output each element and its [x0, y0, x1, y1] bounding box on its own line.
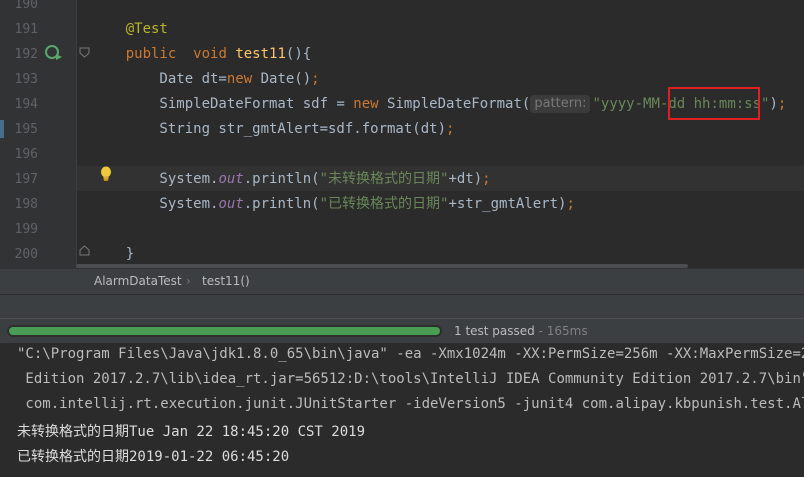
code-token: SimpleDateFormat sdf =: [92, 96, 354, 112]
code-editor[interactable]: 190 191 @Test 192 public void test11(){193…: [0, 0, 804, 268]
code-line[interactable]: 199: [0, 217, 804, 242]
console-output[interactable]: "C:\Program Files\Java\jdk1.8.0_65\bin\j…: [0, 346, 804, 477]
console-line: Edition 2017.2.7\lib\idea_rt.jar=56512:D…: [17, 371, 804, 387]
code-token: String str_gmtAlert=sdf.format(dt): [92, 121, 447, 137]
code-line[interactable]: 190: [0, 0, 804, 17]
console-line: 未转换格式的日期Tue Jan 22 18:45:20 CST 2019: [17, 424, 366, 440]
test-duration: - 165ms: [534, 324, 588, 338]
panel-header: [0, 294, 804, 318]
code-token: out: [218, 171, 244, 187]
code-line[interactable]: 197 System.out.println("未转换格式的日期"+dt);: [0, 167, 804, 192]
code-text: System.out.println("已转换格式的日期"+str_gmtAle…: [92, 192, 575, 217]
line-number: 194: [14, 97, 38, 112]
code-token: ): [769, 96, 778, 112]
breadcrumb: AlarmDataTest › test11(): [0, 268, 804, 294]
code-token: "未转换格式的日期": [319, 171, 449, 187]
code-line[interactable]: 191 @Test: [0, 17, 804, 42]
code-token: +dt): [448, 171, 483, 187]
code-token: ;: [566, 196, 575, 212]
lightbulb-icon[interactable]: [99, 166, 113, 182]
code-line[interactable]: 195 String str_gmtAlert=sdf.format(dt);: [0, 117, 804, 142]
code-text: System.out.println("未转换格式的日期"+dt);: [92, 167, 491, 192]
line-number: 195: [14, 122, 38, 137]
parameter-hint: pattern:: [530, 95, 591, 113]
run-panel: 1 test passed - 165ms "C:\Program Files\…: [0, 294, 804, 477]
highlight-box: [668, 87, 760, 120]
code-token: ;: [446, 121, 455, 137]
code-token: Date dt=: [92, 71, 227, 87]
line-number: 191: [14, 22, 38, 37]
code-token: +str_gmtAlert): [448, 196, 567, 212]
breadcrumb-separator: ›: [186, 274, 191, 288]
code-text: String str_gmtAlert=sdf.format(dt);: [92, 117, 454, 142]
breadcrumb-method[interactable]: test11(): [202, 274, 250, 288]
code-text: public void test11(){: [92, 42, 311, 67]
code-token: "已转换格式的日期": [319, 196, 449, 212]
fold-end-icon[interactable]: [79, 245, 90, 256]
code-token: .println(: [243, 171, 320, 187]
code-token: ;: [311, 71, 320, 87]
code-token: out: [218, 196, 244, 212]
code-token: new: [353, 96, 379, 112]
test-status-text: 1 test passed - 165ms: [454, 324, 588, 338]
line-number: 197: [14, 172, 38, 187]
fold-icon[interactable]: [79, 47, 90, 58]
test-result: 1 test passed: [454, 324, 535, 338]
code-token: SimpleDateFormat(: [378, 96, 531, 112]
code-line[interactable]: 192 public void test11(){: [0, 42, 804, 67]
code-token: System.: [92, 196, 219, 212]
code-token: }: [92, 246, 135, 262]
code-line[interactable]: 196: [0, 142, 804, 167]
code-token: (){: [285, 46, 312, 62]
line-number: 193: [14, 72, 38, 87]
code-token: Date(): [252, 71, 312, 87]
test-progress-fill: [9, 327, 440, 335]
code-text: @Test: [92, 17, 168, 42]
line-number: 200: [14, 247, 38, 262]
breadcrumb-class[interactable]: AlarmDataTest: [94, 274, 182, 288]
line-number: 198: [14, 197, 38, 212]
code-line[interactable]: 198 System.out.println("已转换格式的日期"+str_gm…: [0, 192, 804, 217]
code-token: ;: [482, 171, 491, 187]
console-line: com.intellij.rt.execution.junit.JUnitSta…: [17, 396, 804, 412]
line-number: 190: [14, 0, 38, 12]
code-token: ;: [777, 96, 787, 112]
console-line: "C:\Program Files\Java\jdk1.8.0_65\bin\j…: [17, 346, 804, 362]
run-test-icon[interactable]: [44, 44, 64, 62]
code-token: .println(: [243, 196, 320, 212]
code-token: void: [193, 46, 227, 62]
console-line: 已转换格式的日期2019-01-22 06:45:20: [17, 449, 290, 465]
line-number: 196: [14, 147, 38, 162]
test-status-bar: 1 test passed - 165ms: [0, 318, 804, 343]
code-token: public: [125, 46, 177, 62]
line-number: 199: [14, 222, 38, 237]
code-text: Date dt=new Date();: [92, 67, 320, 92]
code-lines: 190 191 @Test 192 public void test11(){193…: [0, 0, 804, 267]
code-token: @Test: [125, 21, 168, 37]
code-token: new: [226, 71, 253, 87]
code-token: test11: [235, 46, 286, 62]
test-progress-bar: [7, 325, 442, 337]
line-number: 192: [14, 47, 38, 62]
